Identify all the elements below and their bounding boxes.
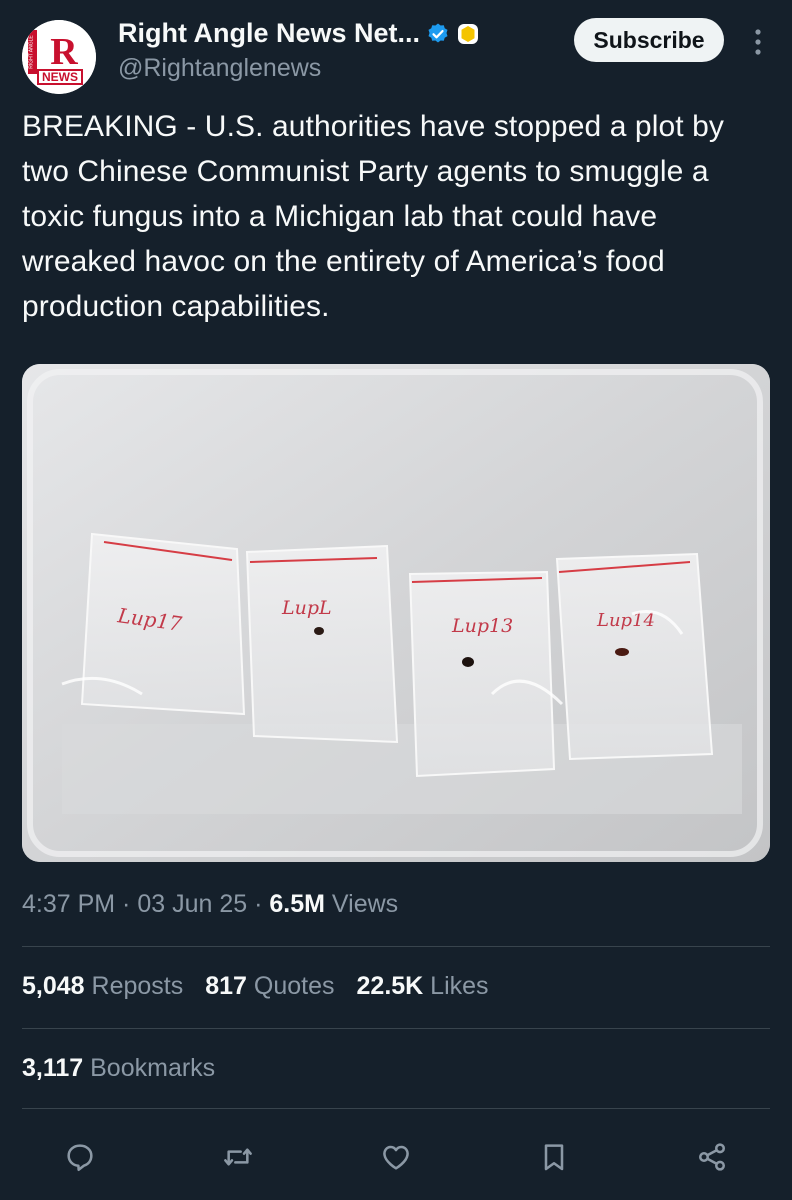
- tweet-text: BREAKING - U.S. authorities have stopped…: [22, 110, 725, 323]
- like-button[interactable]: [372, 1133, 420, 1181]
- likes-count: 22.5K: [356, 972, 424, 1000]
- bookmark-button[interactable]: [530, 1133, 578, 1181]
- bookmarks-label: Bookmarks: [83, 1054, 216, 1082]
- reply-button[interactable]: [56, 1133, 104, 1181]
- account-handle[interactable]: @Rightanglenews: [118, 54, 321, 83]
- bookmarks-stat[interactable]: 3,117 Bookmarks: [22, 1054, 215, 1083]
- svg-text:NEWS: NEWS: [42, 70, 78, 84]
- more-vertical-icon[interactable]: [746, 22, 770, 62]
- quotes-count: 817: [205, 972, 247, 1000]
- sample-bag-1: Lup17: [80, 532, 246, 716]
- quotes-label: Quotes: [246, 972, 335, 1000]
- tweet-date[interactable]: 03 Jun 25: [137, 890, 247, 918]
- tweet-header: RIGHT ANGLE R NEWS Right Angle News Net.…: [22, 16, 770, 94]
- share-button[interactable]: [688, 1133, 736, 1181]
- reposts-count: 5,048: [22, 972, 85, 1000]
- reply-icon: [67, 1144, 93, 1172]
- svg-text:R: R: [50, 31, 78, 73]
- likes-label: Likes: [423, 972, 489, 1000]
- sample-bag-3: Lup13: [408, 570, 556, 778]
- likes-stat[interactable]: 22.5K Likes: [357, 972, 489, 1001]
- gold-affiliate-badge-icon[interactable]: [456, 22, 480, 46]
- tweet-detail-page: RIGHT ANGLE R NEWS Right Angle News Net.…: [0, 0, 792, 1200]
- divider: [22, 946, 770, 947]
- share-icon: [699, 1143, 725, 1171]
- svg-text:Lup14: Lup14: [596, 610, 655, 631]
- views-count: 6.5M: [269, 890, 325, 918]
- tweet-time[interactable]: 4:37 PM: [22, 890, 115, 918]
- repost-button[interactable]: [214, 1133, 262, 1181]
- meta-separator: ·: [247, 890, 270, 918]
- meta-separator: ·: [115, 890, 138, 918]
- sample-bag-2: LupL: [245, 544, 399, 744]
- svg-text:LupL: LupL: [281, 597, 332, 619]
- quotes-stat[interactable]: 817 Quotes: [205, 972, 334, 1001]
- tweet-photo[interactable]: Lup17 LupL Lup13 Lup14: [22, 364, 770, 862]
- divider: [22, 1108, 770, 1109]
- verified-badge-icon[interactable]: [426, 22, 450, 46]
- reposts-stat[interactable]: 5,048 Reposts: [22, 972, 183, 1001]
- repost-icon: [224, 1148, 252, 1166]
- like-icon: [383, 1145, 409, 1170]
- avatar[interactable]: RIGHT ANGLE R NEWS: [22, 20, 96, 94]
- svg-text:RIGHT ANGLE: RIGHT ANGLE: [29, 35, 35, 69]
- bookmark-icon: [544, 1144, 564, 1171]
- views-label: Views: [324, 890, 399, 918]
- subscribe-button[interactable]: Subscribe: [574, 18, 724, 62]
- action-bar: [56, 1132, 736, 1182]
- engagement-stats: 5,048 Reposts 817 Quotes 22.5K Likes: [22, 972, 489, 1001]
- reposts-label: Reposts: [84, 972, 184, 1000]
- display-name[interactable]: Right Angle News Net...: [118, 18, 420, 49]
- name-row: Right Angle News Net...: [118, 18, 480, 49]
- right-angle-news-logo-icon: RIGHT ANGLE R NEWS: [22, 20, 96, 94]
- svg-text:Lup13: Lup13: [451, 615, 513, 637]
- tweet-meta: 4:37 PM · 03 Jun 25 · 6.5M Views: [22, 890, 398, 919]
- sample-bag-4: Lup14: [555, 552, 714, 761]
- divider: [22, 1028, 770, 1029]
- bagged-samples-photo: Lup17 LupL Lup13 Lup14: [22, 364, 770, 862]
- bookmarks-count: 3,117: [22, 1054, 84, 1082]
